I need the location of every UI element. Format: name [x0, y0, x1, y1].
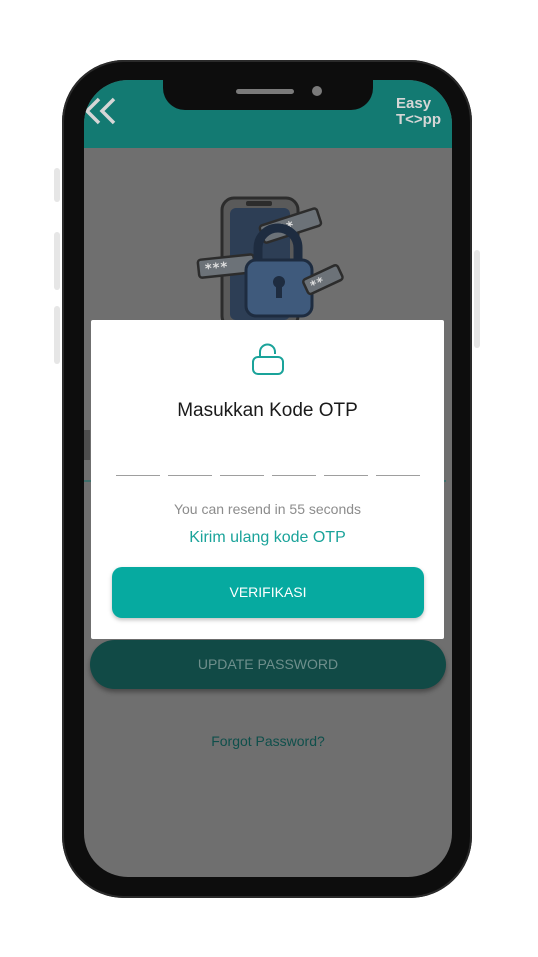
power-button [474, 250, 480, 348]
phone-speaker [236, 89, 294, 94]
mute-switch [54, 168, 60, 202]
verify-button[interactable]: VERIFIKASI [112, 567, 424, 618]
otp-digit-input[interactable] [220, 475, 264, 476]
security-illustration-icon: *** *** ** [196, 196, 344, 330]
resend-countdown: You can resend in 55 seconds [173, 501, 362, 517]
unlock-icon [252, 343, 284, 375]
logo-line-2: T<>pp [396, 111, 442, 128]
phone-notch [163, 80, 373, 110]
app-logo: Easy T<>pp [396, 96, 452, 128]
divider [84, 430, 90, 460]
otp-digit-input[interactable] [324, 475, 368, 476]
otp-digit-input[interactable] [272, 475, 316, 476]
resend-otp-link[interactable]: Kirim ulang kode OTP [91, 529, 444, 547]
logo-line-1: Easy [396, 95, 432, 112]
otp-digit-input[interactable] [168, 475, 212, 476]
otp-input-group [116, 475, 420, 479]
volume-down-button [54, 306, 60, 364]
volume-up-button [54, 232, 60, 290]
phone-camera [312, 86, 322, 96]
otp-dialog: Masukkan Kode OTP You can resend in 55 s… [91, 320, 444, 639]
dialog-title: Masukkan Kode OTP [177, 400, 358, 421]
update-password-button[interactable]: UPDATE PASSWORD [90, 640, 446, 689]
double-chevron-left-icon[interactable] [84, 96, 118, 126]
otp-digit-input[interactable] [116, 475, 160, 476]
forgot-password-link[interactable]: Forgot Password? [84, 733, 452, 749]
svg-text:***: *** [204, 260, 229, 277]
otp-digit-input[interactable] [376, 475, 420, 476]
